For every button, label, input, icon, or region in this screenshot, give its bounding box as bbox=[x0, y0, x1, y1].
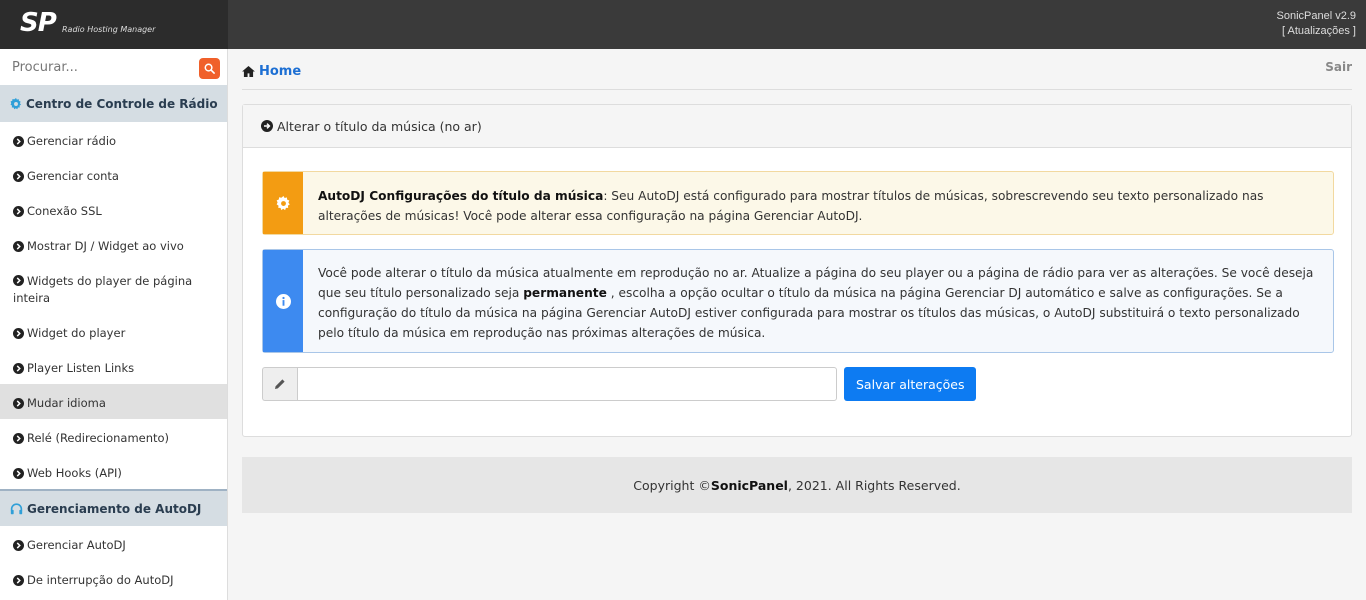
sidebar-item-change-language[interactable]: Mudar idioma bbox=[0, 384, 227, 419]
logo-mark: SP bbox=[20, 8, 57, 38]
footer-copyright: Copyright © bbox=[633, 477, 711, 493]
footer: Copyright © SonicPanel, 2021. All Rights… bbox=[242, 457, 1352, 513]
song-title-panel: Alterar o título da música (no ar) AutoD… bbox=[242, 104, 1352, 437]
headphones-icon bbox=[10, 502, 23, 515]
logout-link[interactable]: Sair bbox=[1325, 60, 1352, 74]
section-title: Gerenciamento de AutoDJ bbox=[27, 501, 202, 516]
breadcrumb-home[interactable]: Home bbox=[242, 64, 301, 79]
arrow-circle-right-icon bbox=[261, 120, 273, 132]
sidebar-item-label: Web Hooks (API) bbox=[27, 466, 122, 480]
arrow-circle-right-icon bbox=[13, 171, 24, 182]
main-content: Home Sair Alterar o título da música (no… bbox=[242, 49, 1352, 513]
sidebar-item-live-dj-widget[interactable]: Mostrar DJ / Widget ao vivo bbox=[0, 227, 227, 262]
breadcrumb: Home Sair bbox=[242, 49, 1352, 90]
sidebar-item-label: Mudar idioma bbox=[27, 396, 106, 410]
section-radio-control[interactable]: Centro de Controle de Rádio bbox=[0, 85, 227, 122]
song-title-form: Salvar alterações bbox=[262, 367, 977, 401]
sidebar-item-fullpage-player-widgets[interactable]: Widgets do player de página inteira bbox=[0, 262, 227, 314]
warning-bold: AutoDJ Configurações do título da música bbox=[318, 189, 604, 203]
song-title-input[interactable] bbox=[297, 367, 837, 401]
gear-icon bbox=[10, 97, 22, 110]
footer-brand: SonicPanel bbox=[710, 477, 788, 493]
warning-alert: AutoDJ Configurações do título da música… bbox=[262, 171, 1334, 235]
updates-link[interactable]: [ Atualizações ] bbox=[1277, 24, 1356, 39]
panel-title: Alterar o título da música (no ar) bbox=[277, 118, 482, 134]
arrow-circle-right-icon bbox=[13, 136, 24, 147]
sidebar-item-manage-radio[interactable]: Gerenciar rádio bbox=[0, 122, 227, 157]
sidebar-item-relay[interactable]: Relé (Redirecionamento) bbox=[0, 419, 227, 454]
save-button[interactable]: Salvar alterações bbox=[844, 367, 977, 401]
search-icon bbox=[204, 63, 215, 74]
arrow-circle-right-icon bbox=[13, 468, 24, 479]
sidebar-item-autodj-interrupt[interactable]: De interrupção do AutoDJ bbox=[0, 561, 227, 596]
sidebar-item-label: Gerenciar rádio bbox=[27, 134, 117, 148]
info-alert: Você pode alterar o título da música atu… bbox=[262, 249, 1334, 353]
sidebar-item-listen-links[interactable]: Player Listen Links bbox=[0, 349, 227, 384]
info-text: Você pode alterar o título da música atu… bbox=[303, 250, 1333, 352]
arrow-circle-right-icon bbox=[13, 398, 24, 409]
arrow-circle-right-icon bbox=[13, 328, 24, 339]
version-info: SonicPanel v2.9 [ Atualizações ] bbox=[1277, 9, 1357, 39]
search-input[interactable] bbox=[0, 49, 227, 85]
sidebar-item-label: Player Listen Links bbox=[27, 361, 135, 375]
sidebar-item-label: De interrupção do AutoDJ bbox=[27, 573, 174, 587]
arrow-circle-right-icon bbox=[13, 206, 24, 217]
sidebar-item-player-widget[interactable]: Widget do player bbox=[0, 314, 227, 349]
version-label: SonicPanel v2.9 bbox=[1276, 10, 1357, 22]
footer-suffix: , 2021. All Rights Reserved. bbox=[787, 477, 961, 493]
sidebar-item-label-wrap: Widgets do player de página inteira bbox=[13, 273, 217, 306]
sidebar-item-manage-account[interactable]: Gerenciar conta bbox=[0, 157, 227, 192]
sidebar-item-manage-autodj[interactable]: Gerenciar AutoDJ bbox=[0, 526, 227, 561]
sidebar-item-label: Gerenciar conta bbox=[27, 169, 119, 183]
breadcrumb-home-label: Home bbox=[259, 63, 302, 79]
sidebar-item-ssl[interactable]: Conexão SSL bbox=[0, 192, 227, 227]
panel-header: Alterar o título da música (no ar) bbox=[243, 105, 1351, 148]
search-button[interactable] bbox=[199, 58, 220, 79]
warning-text: AutoDJ Configurações do título da música… bbox=[303, 172, 1333, 234]
top-bar: SP Radio Hosting Manager SonicPanel v2.9… bbox=[0, 0, 1366, 49]
arrow-circle-right-icon bbox=[13, 575, 24, 586]
gear-icon bbox=[263, 172, 303, 234]
sidebar-item-label: Gerenciar AutoDJ bbox=[27, 538, 126, 552]
sidebar-item-label: Mostrar DJ / Widget ao vivo bbox=[27, 239, 184, 253]
sidebar-item-label: Relé (Redirecionamento) bbox=[27, 431, 170, 445]
section-autodj[interactable]: Gerenciamento de AutoDJ bbox=[0, 489, 227, 526]
sidebar-item-label: Widgets do player de página inteira bbox=[13, 274, 193, 305]
logo-subtitle: Radio Hosting Manager bbox=[62, 25, 156, 34]
info-bold: permanente bbox=[523, 286, 607, 300]
sidebar-item-web-hooks[interactable]: Web Hooks (API) bbox=[0, 454, 227, 489]
section-title: Centro de Controle de Rádio bbox=[26, 96, 218, 111]
arrow-circle-right-icon bbox=[13, 363, 24, 374]
arrow-circle-right-icon bbox=[13, 540, 24, 551]
sidebar-item-label: Widget do player bbox=[27, 326, 126, 340]
arrow-circle-right-icon bbox=[13, 433, 24, 444]
home-icon bbox=[242, 65, 255, 77]
logo[interactable]: SP Radio Hosting Manager bbox=[0, 0, 228, 49]
arrow-circle-right-icon bbox=[13, 274, 24, 290]
arrow-circle-right-icon bbox=[13, 241, 24, 252]
pencil-icon bbox=[262, 367, 297, 401]
sidebar-search bbox=[0, 49, 227, 85]
sidebar: Centro de Controle de Rádio Gerenciar rá… bbox=[0, 49, 228, 600]
info-icon bbox=[263, 250, 303, 352]
sidebar-item-label: Conexão SSL bbox=[27, 204, 102, 218]
